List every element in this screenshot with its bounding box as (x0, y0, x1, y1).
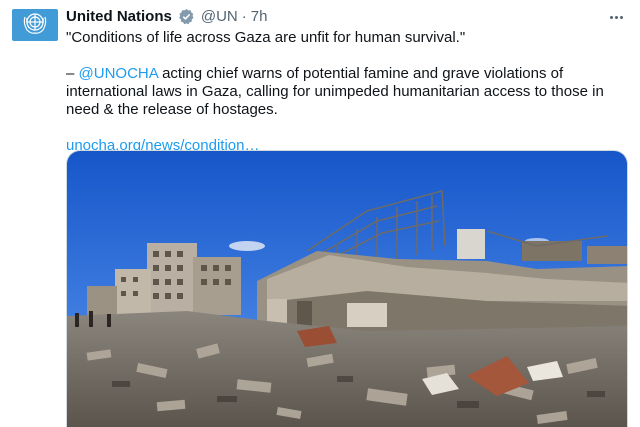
un-emblem-icon (20, 9, 50, 42)
tweet-header: United Nations @UN · 7h (66, 8, 267, 25)
tweet-quote: "Conditions of life across Gaza are unfi… (66, 29, 466, 46)
tweet-timestamp[interactable]: 7h (251, 8, 268, 25)
more-options-icon[interactable] (606, 10, 626, 24)
tweet-text: "Conditions of life across Gaza are unfi… (66, 29, 626, 155)
author-name[interactable]: United Nations (66, 8, 172, 25)
author-handle[interactable]: @UN (201, 8, 238, 25)
tweet-card[interactable]: United Nations @UN · 7h "Conditions of l… (0, 0, 640, 427)
tweet-body: – @UNOCHA acting chief warns of potentia… (66, 65, 626, 119)
verified-badge-icon[interactable] (178, 8, 195, 25)
tweet-photo[interactable] (66, 150, 628, 427)
tweet-dash: – (66, 65, 79, 82)
header-separator: · (241, 8, 247, 25)
avatar[interactable] (12, 9, 58, 41)
mention-link[interactable]: @UNOCHA (79, 65, 158, 82)
